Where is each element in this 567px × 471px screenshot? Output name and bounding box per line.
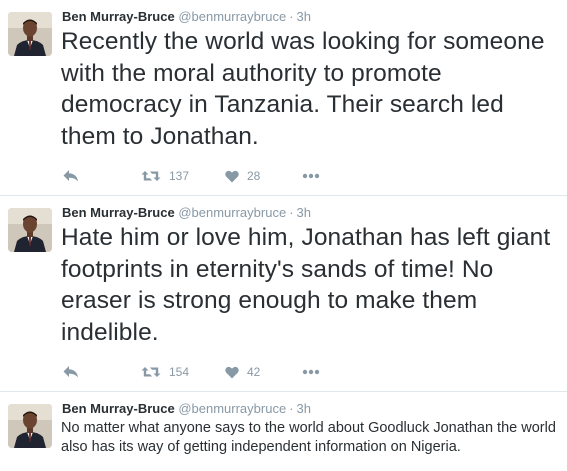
tweet-text: No matter what anyone says to the world … xyxy=(61,420,556,455)
author-name[interactable]: Ben Murray-Bruce xyxy=(62,9,175,24)
tweet-header: Ben Murray-Bruce @benmurraybruce · 3h xyxy=(62,205,311,221)
retweet-icon xyxy=(141,367,161,377)
author-name[interactable]: Ben Murray-Bruce xyxy=(62,205,175,220)
retweet-count: 137 xyxy=(169,169,190,183)
timestamp[interactable]: 3h xyxy=(297,205,311,220)
tweet-actions: 137 28 xyxy=(62,168,362,184)
tweet-text: Recently the world was looking for someo… xyxy=(61,28,545,150)
separator: · xyxy=(289,401,294,416)
retweet-button[interactable]: 154 xyxy=(141,364,189,380)
separator: · xyxy=(289,205,294,220)
author-name[interactable]: Ben Murray-Bruce xyxy=(62,401,175,416)
heart-icon xyxy=(225,366,239,378)
tweet-header: Ben Murray-Bruce @benmurraybruce · 3h xyxy=(62,401,311,417)
tweet-header: Ben Murray-Bruce @benmurraybruce · 3h xyxy=(62,9,311,25)
avatar-photo xyxy=(8,208,52,252)
avatar[interactable] xyxy=(8,12,52,56)
more-button[interactable] xyxy=(302,168,320,184)
retweet-icon xyxy=(141,171,161,181)
timestamp[interactable]: 3h xyxy=(297,401,311,416)
tweet-actions: 154 42 xyxy=(62,364,362,380)
avatar[interactable] xyxy=(8,208,52,252)
reply-button[interactable] xyxy=(62,364,79,380)
tweet[interactable]: Ben Murray-Bruce @benmurraybruce · 3h No m… xyxy=(0,392,567,471)
more-button[interactable] xyxy=(302,364,320,380)
author-handle[interactable]: @benmurraybruce xyxy=(178,205,286,220)
like-count: 28 xyxy=(247,169,261,183)
reply-icon xyxy=(63,366,78,378)
tweet[interactable]: Ben Murray-Bruce @benmurraybruce · 3h Rece… xyxy=(0,0,567,196)
more-icon xyxy=(302,369,320,375)
like-button[interactable]: 42 xyxy=(225,364,260,380)
author-handle[interactable]: @benmurraybruce xyxy=(178,9,286,24)
reply-button[interactable] xyxy=(62,168,79,184)
retweet-count: 154 xyxy=(169,365,190,379)
more-icon xyxy=(302,173,320,179)
separator: · xyxy=(289,9,294,24)
retweet-button[interactable]: 137 xyxy=(141,168,189,184)
avatar-photo xyxy=(8,404,52,448)
tweet-text: Hate him or love him, Jonathan has left … xyxy=(61,224,551,346)
like-count: 42 xyxy=(247,365,261,379)
like-button[interactable]: 28 xyxy=(225,168,260,184)
avatar[interactable] xyxy=(8,404,52,448)
reply-icon xyxy=(63,170,78,182)
author-handle[interactable]: @benmurraybruce xyxy=(178,401,286,416)
avatar-photo xyxy=(8,12,52,56)
heart-icon xyxy=(225,170,239,182)
tweet[interactable]: Ben Murray-Bruce @benmurraybruce · 3h Hate… xyxy=(0,196,567,392)
timestamp[interactable]: 3h xyxy=(297,9,311,24)
